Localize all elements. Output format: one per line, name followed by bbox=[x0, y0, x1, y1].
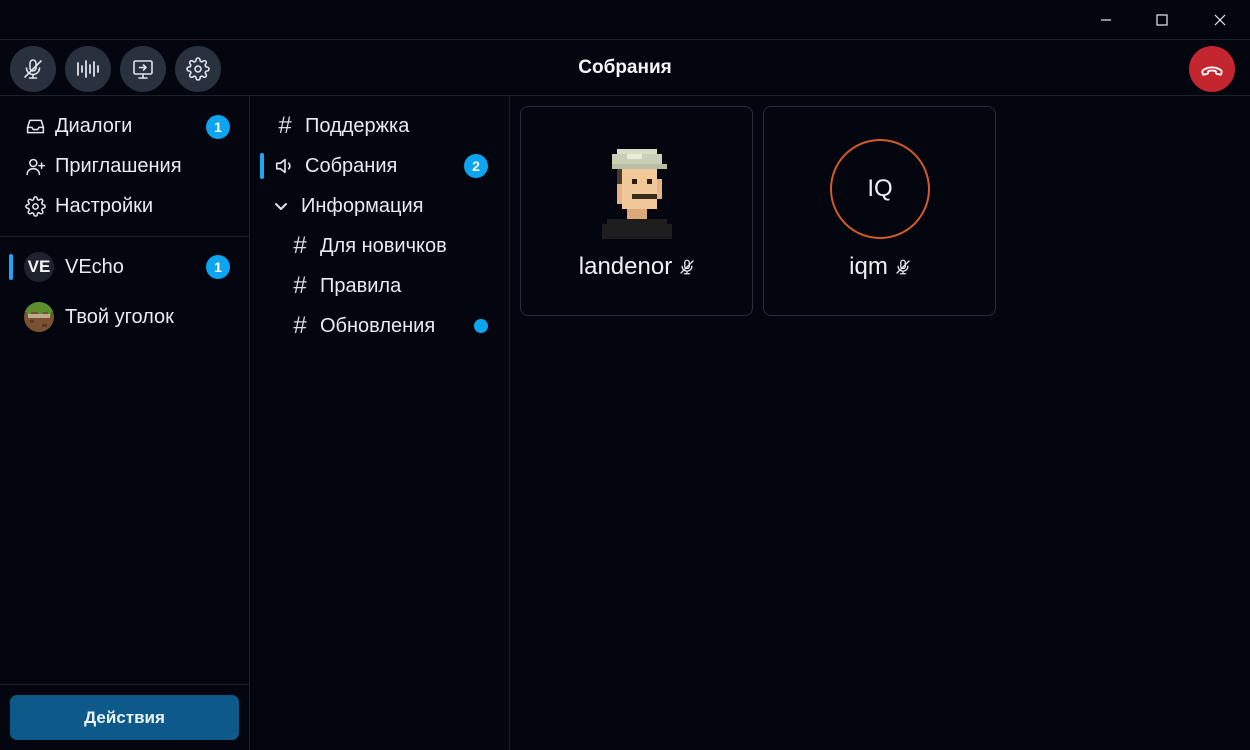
channel-item-rules[interactable]: # Правила bbox=[289, 271, 401, 301]
channel-item-updates[interactable]: # Обновления bbox=[289, 311, 435, 341]
pixel-avatar-icon bbox=[587, 139, 687, 239]
channel-label: Поддержка bbox=[305, 114, 410, 137]
minimize-icon bbox=[1101, 19, 1111, 21]
actions-button[interactable]: Действия bbox=[10, 695, 239, 740]
unread-badge: 1 bbox=[206, 255, 230, 279]
screen-share-icon bbox=[133, 60, 153, 79]
participant-card[interactable]: IQ iqm bbox=[763, 106, 996, 316]
participant-name-row: iqm bbox=[764, 253, 997, 281]
voice-participants: landenor IQ iqm bbox=[510, 96, 1250, 750]
chevron-down-icon bbox=[270, 195, 292, 217]
mute-button[interactable] bbox=[10, 46, 56, 92]
sidebar-footer-divider bbox=[0, 684, 249, 685]
inbox-icon bbox=[24, 115, 46, 137]
mic-off-icon bbox=[24, 59, 42, 79]
participant-name-row: landenor bbox=[521, 253, 754, 281]
channel-label: Обновления bbox=[320, 314, 436, 337]
server-item-vecho[interactable]: VE VEcho 1 bbox=[24, 251, 234, 283]
gear-icon bbox=[186, 57, 210, 81]
hash-icon: # bbox=[293, 232, 307, 259]
maximize-button[interactable] bbox=[1134, 0, 1190, 40]
sidebar-divider bbox=[0, 236, 249, 237]
unread-badge: 1 bbox=[206, 115, 230, 139]
server-label: VEcho bbox=[65, 255, 124, 278]
category-label: Информация bbox=[301, 194, 424, 217]
sidebar-item-label: Диалоги bbox=[55, 114, 133, 137]
hash-icon: # bbox=[293, 272, 307, 299]
channel-list: # Поддержка Собрания 2 Информация # Для … bbox=[250, 96, 510, 750]
channel-item-newcomers[interactable]: # Для новичков bbox=[289, 231, 447, 261]
screen-share-button[interactable] bbox=[120, 46, 166, 92]
active-server-indicator bbox=[9, 254, 13, 280]
avatar-initials: IQ bbox=[830, 139, 930, 239]
sidebar: Диалоги 1 Приглашения Настройки VE VEcho… bbox=[0, 96, 250, 750]
hash-icon: # bbox=[293, 312, 307, 339]
avatar: IQ bbox=[830, 139, 930, 239]
close-icon bbox=[1214, 14, 1226, 26]
channel-label: Собрания bbox=[305, 154, 398, 177]
sidebar-item-label: Приглашения bbox=[55, 154, 182, 177]
participant-card[interactable]: landenor bbox=[520, 106, 753, 316]
title-bar bbox=[0, 0, 1250, 40]
server-avatar: VE bbox=[24, 252, 54, 282]
sidebar-item-dialogs[interactable]: Диалоги 1 bbox=[24, 111, 234, 141]
voice-activity-button[interactable] bbox=[65, 46, 111, 92]
maximize-icon bbox=[1156, 14, 1168, 26]
close-button[interactable] bbox=[1192, 0, 1248, 40]
server-label: Твой уголок bbox=[65, 305, 174, 328]
grass-block-icon bbox=[24, 302, 54, 332]
mic-off-icon bbox=[678, 257, 696, 277]
settings-button[interactable] bbox=[175, 46, 221, 92]
user-plus-icon bbox=[24, 155, 46, 177]
mic-off-icon bbox=[894, 257, 912, 277]
sidebar-item-settings[interactable]: Настройки bbox=[24, 191, 234, 221]
server-item-tvoi-ugolok[interactable]: Твой уголок bbox=[24, 301, 234, 333]
channel-item-support[interactable]: # Поддержка bbox=[274, 111, 409, 141]
participant-name: iqm bbox=[849, 253, 888, 280]
active-channel-indicator bbox=[260, 153, 264, 179]
hash-icon: # bbox=[278, 112, 292, 139]
channel-badge: 2 bbox=[464, 154, 488, 178]
speaker-icon bbox=[274, 155, 296, 177]
audio-wave-icon bbox=[77, 60, 99, 78]
unread-dot bbox=[474, 319, 488, 333]
channel-label: Для новичков bbox=[320, 234, 447, 257]
hangup-button[interactable] bbox=[1189, 46, 1235, 92]
channel-label: Правила bbox=[320, 274, 402, 297]
gear-icon bbox=[24, 195, 46, 217]
sidebar-item-label: Настройки bbox=[55, 194, 154, 217]
participant-name: landenor bbox=[578, 253, 673, 280]
call-toolbar: Собрания bbox=[0, 40, 1250, 96]
sidebar-item-invites[interactable]: Приглашения bbox=[24, 151, 234, 181]
minimize-button[interactable] bbox=[1078, 0, 1134, 40]
category-information[interactable]: Информация bbox=[270, 191, 423, 221]
phone-hangup-icon bbox=[1201, 66, 1223, 76]
